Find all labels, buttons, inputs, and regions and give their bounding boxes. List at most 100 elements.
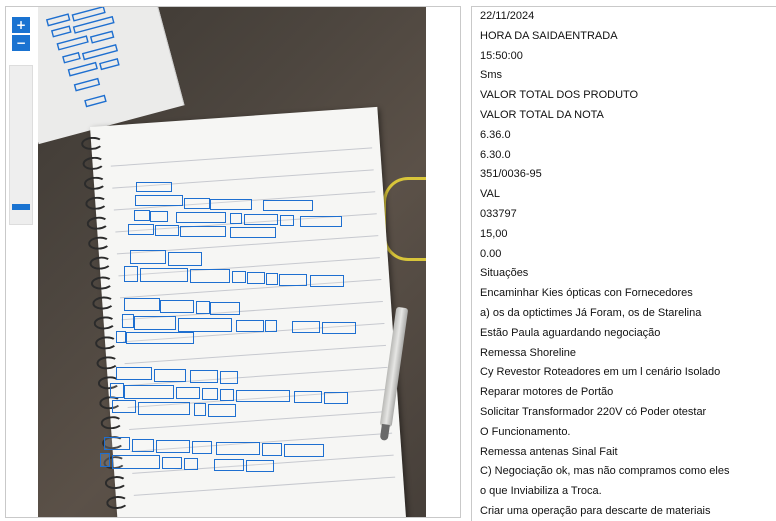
ocr-box[interactable] <box>196 301 210 314</box>
ocr-box[interactable] <box>294 391 322 403</box>
ocr-box[interactable] <box>247 272 265 284</box>
ocr-box[interactable] <box>266 273 278 285</box>
ocr-box[interactable] <box>140 268 188 282</box>
transcription-line[interactable]: a) os da optictimes Já Foram, os de Star… <box>472 304 776 324</box>
ocr-box[interactable] <box>124 298 160 311</box>
ocr-box[interactable] <box>284 444 324 457</box>
ocr-box[interactable] <box>154 369 186 382</box>
ocr-box[interactable] <box>128 224 154 235</box>
ocr-box[interactable] <box>122 314 134 328</box>
transcription-line[interactable]: C) Negociação ok, mas não compramos como… <box>472 462 776 482</box>
zoom-in-button[interactable]: + <box>12 17 30 33</box>
ocr-box[interactable] <box>246 460 274 472</box>
ocr-box[interactable] <box>156 440 190 453</box>
ocr-box[interactable] <box>236 390 290 402</box>
ocr-box[interactable] <box>138 402 190 415</box>
ocr-box[interactable] <box>136 182 172 192</box>
transcription-line[interactable]: Encaminhar Kies ópticas con Fornecedores <box>472 284 776 304</box>
ocr-box[interactable] <box>112 400 136 413</box>
zoom-out-button[interactable]: − <box>12 35 30 51</box>
transcription-line[interactable]: 15:50:00 <box>472 47 776 67</box>
transcription-line[interactable]: 033797 <box>472 205 776 225</box>
ocr-box[interactable] <box>132 439 154 452</box>
ocr-box[interactable] <box>112 455 160 469</box>
ocr-box[interactable] <box>116 331 126 343</box>
ocr-box[interactable] <box>116 367 152 380</box>
ocr-box[interactable] <box>292 321 320 333</box>
ocr-box[interactable] <box>220 389 234 401</box>
ocr-box[interactable] <box>310 275 344 287</box>
transcription-line[interactable]: Sms <box>472 66 776 86</box>
ocr-box[interactable] <box>104 437 130 450</box>
ocr-box[interactable] <box>100 453 110 467</box>
transcription-line[interactable]: O Funcionamento. <box>472 423 776 443</box>
transcription-list: 22/11/2024 HORA DA SAIDAENTRADA 15:50:00 Sm… <box>472 7 776 521</box>
image-viewer: + − <box>5 6 461 518</box>
ocr-box[interactable] <box>178 318 232 332</box>
ocr-box[interactable] <box>220 371 238 384</box>
ocr-box[interactable] <box>150 211 168 222</box>
transcription-line[interactable]: 6.36.0 <box>472 126 776 146</box>
ocr-box[interactable] <box>155 225 179 236</box>
ocr-box[interactable] <box>162 457 182 469</box>
ocr-box[interactable] <box>216 442 260 455</box>
zoom-slider-thumb[interactable] <box>12 204 30 211</box>
transcription-line[interactable]: o que Inviabiliza a Troca. <box>472 482 776 502</box>
ocr-box[interactable] <box>168 252 202 266</box>
zoom-slider[interactable] <box>9 65 33 225</box>
transcription-line[interactable]: HORA DA SAIDAENTRADA <box>472 27 776 47</box>
transcription-line[interactable]: 22/11/2024 <box>472 7 776 27</box>
ocr-box[interactable] <box>202 388 218 400</box>
ocr-box[interactable] <box>265 320 277 332</box>
transcription-line[interactable]: VALOR TOTAL DOS PRODUTO <box>472 86 776 106</box>
ocr-box[interactable] <box>262 443 282 456</box>
ocr-box[interactable] <box>263 200 313 211</box>
ocr-box[interactable] <box>232 271 246 283</box>
ocr-box[interactable] <box>126 332 194 344</box>
ocr-box[interactable] <box>236 320 264 332</box>
transcription-line[interactable]: Solicitar Transformador 220V có Poder ot… <box>472 403 776 423</box>
ocr-box[interactable] <box>208 404 236 417</box>
ocr-box[interactable] <box>160 300 194 313</box>
transcription-line[interactable]: Reparar motores de Portão <box>472 383 776 403</box>
ocr-box[interactable] <box>176 387 200 399</box>
ocr-box[interactable] <box>210 302 240 315</box>
transcription-line[interactable]: Remessa antenas Sinal Fait <box>472 443 776 463</box>
ocr-box[interactable] <box>280 215 294 226</box>
ocr-box[interactable] <box>300 216 342 227</box>
transcription-line[interactable]: 6.30.0 <box>472 146 776 166</box>
ocr-box[interactable] <box>192 441 212 454</box>
ocr-box[interactable] <box>130 250 166 264</box>
transcription-line[interactable]: Estão Paula aguardando negociação <box>472 324 776 344</box>
ocr-box[interactable] <box>184 458 198 470</box>
transcription-line[interactable]: Remessa Shoreline <box>472 344 776 364</box>
transcription-line[interactable]: VAL <box>472 185 776 205</box>
ocr-box[interactable] <box>210 199 252 210</box>
ocr-box[interactable] <box>190 269 230 283</box>
ocr-box[interactable] <box>134 210 150 221</box>
transcription-line[interactable]: VALOR TOTAL DA NOTA <box>472 106 776 126</box>
ocr-box[interactable] <box>176 212 226 223</box>
transcription-line[interactable]: 0.00 <box>472 245 776 265</box>
ocr-box[interactable] <box>124 266 138 282</box>
ocr-box[interactable] <box>134 316 176 330</box>
ocr-box[interactable] <box>279 274 307 286</box>
transcription-line[interactable]: 351/0036-95 <box>472 165 776 185</box>
ocr-box[interactable] <box>230 213 242 224</box>
ocr-box[interactable] <box>184 198 210 209</box>
transcription-line[interactable]: Cy Revestor Roteadores em um l cenário I… <box>472 363 776 383</box>
transcription-line[interactable]: Criar uma operação para descarte de mate… <box>472 502 776 521</box>
ocr-box[interactable] <box>135 195 183 206</box>
ocr-box[interactable] <box>324 392 348 404</box>
ocr-box[interactable] <box>190 370 218 383</box>
ocr-box[interactable] <box>124 385 174 399</box>
ocr-box[interactable] <box>110 383 124 398</box>
transcription-line[interactable]: 15,00 <box>472 225 776 245</box>
ocr-box[interactable] <box>322 322 356 334</box>
ocr-box[interactable] <box>244 214 278 225</box>
ocr-box[interactable] <box>214 459 244 471</box>
ocr-box[interactable] <box>180 226 226 237</box>
ocr-box[interactable] <box>230 227 276 238</box>
transcription-line[interactable]: Situações <box>472 264 776 284</box>
ocr-box[interactable] <box>194 403 206 416</box>
